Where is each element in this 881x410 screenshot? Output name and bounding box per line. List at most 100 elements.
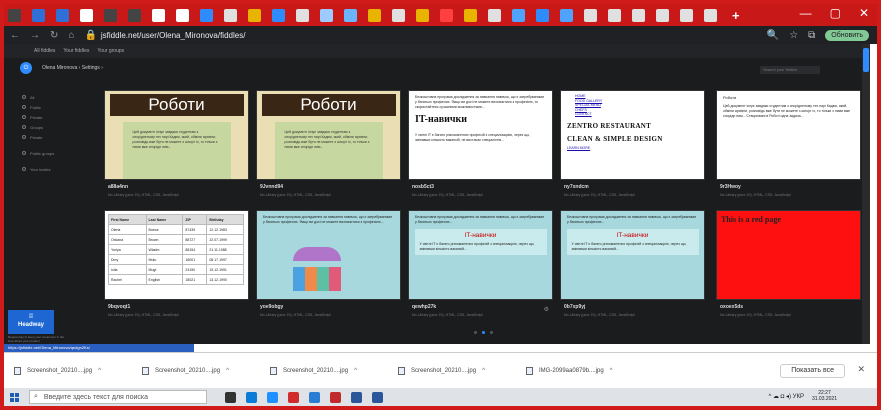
- fiddle-title[interactable]: 9r3Hwoy: [720, 184, 859, 190]
- zoom-icon[interactable]: 🔍: [767, 30, 779, 41]
- close-icon[interactable]: ✕: [857, 364, 865, 375]
- clock[interactable]: 22:27 31.03.2021: [812, 390, 837, 402]
- browser-tab[interactable]: [32, 8, 45, 22]
- browser-tab[interactable]: [680, 8, 693, 22]
- sidebar-item-public-groups[interactable]: Public groups: [22, 148, 92, 158]
- browser-tab[interactable]: [584, 8, 597, 22]
- browser-tab[interactable]: [704, 8, 717, 22]
- chevron-up-icon[interactable]: ^: [482, 368, 485, 374]
- browser-tab[interactable]: [152, 8, 165, 22]
- jsfiddle-logo-icon[interactable]: ⏻: [20, 62, 32, 74]
- chevron-up-icon[interactable]: ^: [98, 368, 101, 374]
- download-item[interactable]: Screenshot_20210....jpg ^: [398, 366, 526, 375]
- browser-tab[interactable]: [440, 8, 453, 22]
- sidebar-item-all[interactable]: All: [22, 92, 92, 102]
- fiddle-title[interactable]: yoe9obgy: [260, 304, 399, 310]
- page-scrollbar[interactable]: [862, 44, 870, 344]
- fiddle-preview[interactable]: This is a red page: [716, 210, 861, 300]
- close-window-button[interactable]: ✕: [859, 6, 869, 20]
- browser-tab[interactable]: [272, 8, 285, 22]
- show-all-downloads-button[interactable]: Показать все: [780, 364, 845, 378]
- browser-tab[interactable]: [104, 8, 117, 22]
- fiddle-title[interactable]: 9bqvoqt1: [108, 304, 247, 310]
- fiddle-card[interactable]: Безкоштовна програма дослідження за навч…: [560, 210, 705, 322]
- update-button[interactable]: Обновить: [825, 29, 869, 41]
- browser-tab[interactable]: [488, 8, 501, 22]
- tray-icons[interactable]: ^ ☁ ◘ ◂) УКР: [769, 393, 804, 400]
- browser-tab[interactable]: [368, 8, 381, 22]
- browser-tab[interactable]: [200, 8, 213, 22]
- extensions-icon[interactable]: ⧉: [808, 30, 815, 41]
- nav-all-fiddles[interactable]: All fiddles: [34, 48, 55, 54]
- browser-tab[interactable]: [560, 8, 573, 22]
- fiddle-card[interactable]: Роботи Цей документ існує завдяки студен…: [716, 90, 861, 202]
- browser-tab[interactable]: [8, 8, 21, 22]
- fiddle-preview[interactable]: Безкоштовна програма дослідження за навч…: [408, 90, 553, 180]
- fiddle-card[interactable]: Роботи Цей документ існує завдяки студен…: [256, 90, 401, 202]
- page-dot[interactable]: [490, 331, 493, 334]
- fiddle-title[interactable]: 0b7xp9yj: [564, 304, 703, 310]
- new-tab-button[interactable]: +: [732, 8, 740, 23]
- minimize-button[interactable]: —: [800, 6, 812, 20]
- fiddle-title[interactable]: nosb5ct3: [412, 184, 551, 190]
- browser-tab[interactable]: [176, 8, 189, 22]
- fiddle-preview[interactable]: Безкоштовна програма дослідження за навч…: [256, 210, 401, 300]
- windows-start-icon[interactable]: [10, 392, 19, 402]
- browser-tab[interactable]: [416, 8, 429, 22]
- fiddle-preview[interactable]: Безкоштовна програма дослідження за навч…: [560, 210, 705, 300]
- taskbar-app-icon[interactable]: [288, 391, 299, 403]
- fiddle-card[interactable]: This is a red page oxoex5ds No-Library (p…: [716, 210, 861, 322]
- download-item[interactable]: Screenshot_20210....jpg ^: [14, 366, 142, 375]
- headway-widget[interactable]: ⁞⁞ Headway: [8, 310, 54, 334]
- fiddle-title[interactable]: oxoex5ds: [720, 304, 859, 310]
- chevron-up-icon[interactable]: ^: [610, 368, 613, 374]
- fiddle-preview[interactable]: Роботи Цей документ існує завдяки студен…: [256, 90, 401, 180]
- star-icon[interactable]: ☆: [789, 30, 798, 41]
- browser-tab[interactable]: [344, 8, 357, 22]
- fiddle-search-input[interactable]: Search your fiddles: [760, 66, 820, 74]
- browser-tab[interactable]: [56, 8, 69, 22]
- settings-icon[interactable]: ⚙: [544, 306, 549, 313]
- fiddle-card[interactable]: Роботи Цей документ існує завдяки студен…: [104, 90, 249, 202]
- download-item[interactable]: Screenshot_20210....jpg ^: [142, 366, 270, 375]
- browser-tab[interactable]: [464, 8, 477, 22]
- taskbar-app-icon[interactable]: [330, 391, 341, 403]
- browser-tab[interactable]: [656, 8, 669, 22]
- fiddle-preview[interactable]: Безкоштовна програма дослідження за навч…: [408, 210, 553, 300]
- browser-tab[interactable]: [536, 8, 549, 22]
- sidebar-item-private[interactable]: Private: [22, 112, 92, 122]
- taskbar-app-icon[interactable]: [267, 391, 278, 403]
- url-field[interactable]: jsfiddle.net/user/Olena_Mironova/fiddles…: [101, 31, 246, 40]
- browser-tab[interactable]: [512, 8, 525, 22]
- fiddle-card[interactable]: HOME FOOD GALLERY SPECIAL MENU CHEFS CON…: [560, 90, 705, 202]
- page-dot-active[interactable]: [482, 331, 485, 334]
- breadcrumb[interactable]: Olena Mironova › Settings ›: [42, 65, 103, 71]
- back-icon[interactable]: ←: [10, 30, 20, 41]
- browser-tab[interactable]: [320, 8, 333, 22]
- fiddle-preview[interactable]: First Name Last Name ZIP Birthday Olena B…: [104, 210, 249, 300]
- browser-tab[interactable]: [632, 8, 645, 22]
- fiddle-preview[interactable]: Роботи Цей документ існує завдяки студен…: [716, 90, 861, 180]
- sidebar-item-public[interactable]: Public: [22, 102, 92, 112]
- taskbar-app-icon[interactable]: [246, 391, 257, 403]
- home-icon[interactable]: ⌂: [68, 30, 74, 41]
- fiddle-card[interactable]: Безкоштовна програма дослідження за навч…: [256, 210, 401, 322]
- fiddle-preview[interactable]: HOME FOOD GALLERY SPECIAL MENU CHEFS CON…: [560, 90, 705, 180]
- browser-tab[interactable]: [80, 8, 93, 22]
- browser-tab[interactable]: [128, 8, 141, 22]
- fiddle-card[interactable]: Безкоштовна програма дослідження за навч…: [408, 210, 553, 322]
- sidebar-item-private-2[interactable]: Private: [22, 132, 92, 142]
- forward-icon[interactable]: →: [30, 30, 40, 41]
- taskbar-search-input[interactable]: ⌕ Введите здесь текст для поиска: [29, 390, 207, 404]
- browser-tab[interactable]: [248, 8, 261, 22]
- fiddle-card[interactable]: Безкоштовна програма дослідження за навч…: [408, 90, 553, 202]
- fiddle-title[interactable]: a88a4nn: [108, 184, 247, 190]
- nav-your-groups[interactable]: Your groups: [97, 48, 124, 54]
- page-dot[interactable]: [474, 331, 477, 334]
- browser-tab[interactable]: [296, 8, 309, 22]
- sidebar-item-groups[interactable]: Groups: [22, 122, 92, 132]
- taskbar-app-icon[interactable]: [351, 391, 362, 403]
- maximize-button[interactable]: ▢: [830, 6, 841, 20]
- fiddle-title[interactable]: 9Jvnnd94: [260, 184, 399, 190]
- scrollbar-thumb[interactable]: [863, 48, 869, 72]
